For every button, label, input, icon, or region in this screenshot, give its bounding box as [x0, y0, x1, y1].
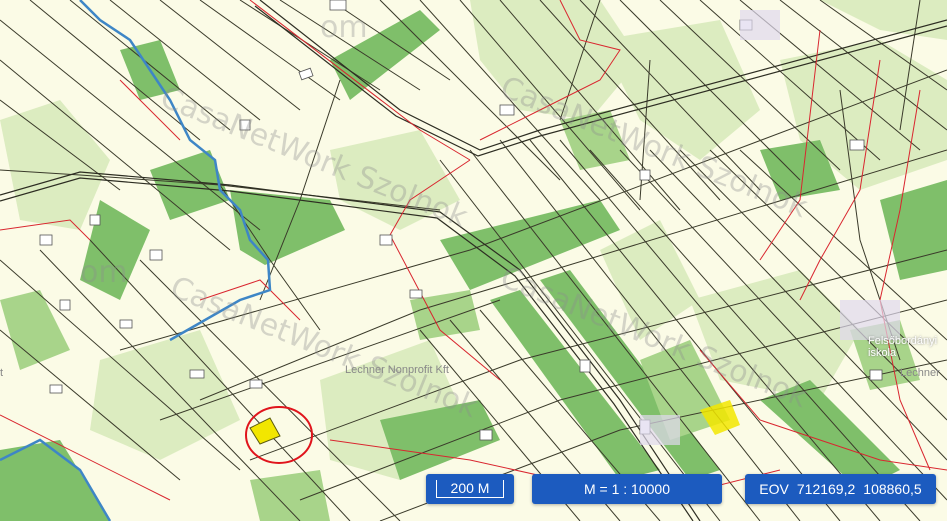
scale-bar: 200 M — [426, 474, 514, 504]
scale-bar-label: 200 M — [435, 480, 505, 498]
credit-text: Lechner Nonprofit Kft — [345, 364, 449, 376]
map-canvas[interactable] — [0, 0, 947, 521]
place-label-school-1: Felsőbordányi — [868, 335, 938, 347]
map-scale-ratio[interactable]: M = 1 : 10000 — [532, 474, 722, 504]
eov-y-value: 108860,5 — [863, 481, 922, 497]
place-label-school-2: iskola — [868, 347, 897, 359]
eov-coordinates: EOV 712169,2 108860,5 — [745, 474, 936, 504]
cadastral-map[interactable]: CasaNetWork Szolnok CasaNetWork Szolnok … — [0, 0, 947, 521]
eov-x-value: 712169,2 — [796, 481, 856, 497]
eov-label: EOV — [759, 481, 789, 497]
edge-label: t — [0, 367, 4, 379]
edge-label: Lechner — [900, 367, 940, 379]
